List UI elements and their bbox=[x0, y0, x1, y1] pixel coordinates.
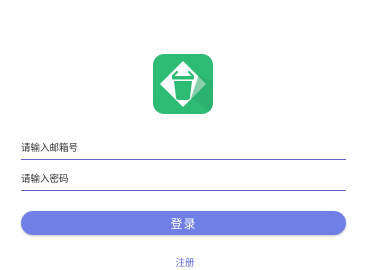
login-button[interactable]: 登录 bbox=[21, 211, 346, 235]
password-input[interactable] bbox=[21, 170, 346, 188]
trash-can-icon bbox=[160, 61, 213, 114]
register-link[interactable]: 注册 bbox=[0, 255, 370, 269]
login-button-label: 登录 bbox=[170, 216, 197, 231]
email-field[interactable] bbox=[21, 139, 346, 160]
app-logo bbox=[153, 54, 213, 114]
login-screen: 登录 注册 bbox=[0, 0, 370, 270]
email-input[interactable] bbox=[21, 139, 346, 157]
password-field[interactable] bbox=[21, 170, 346, 191]
